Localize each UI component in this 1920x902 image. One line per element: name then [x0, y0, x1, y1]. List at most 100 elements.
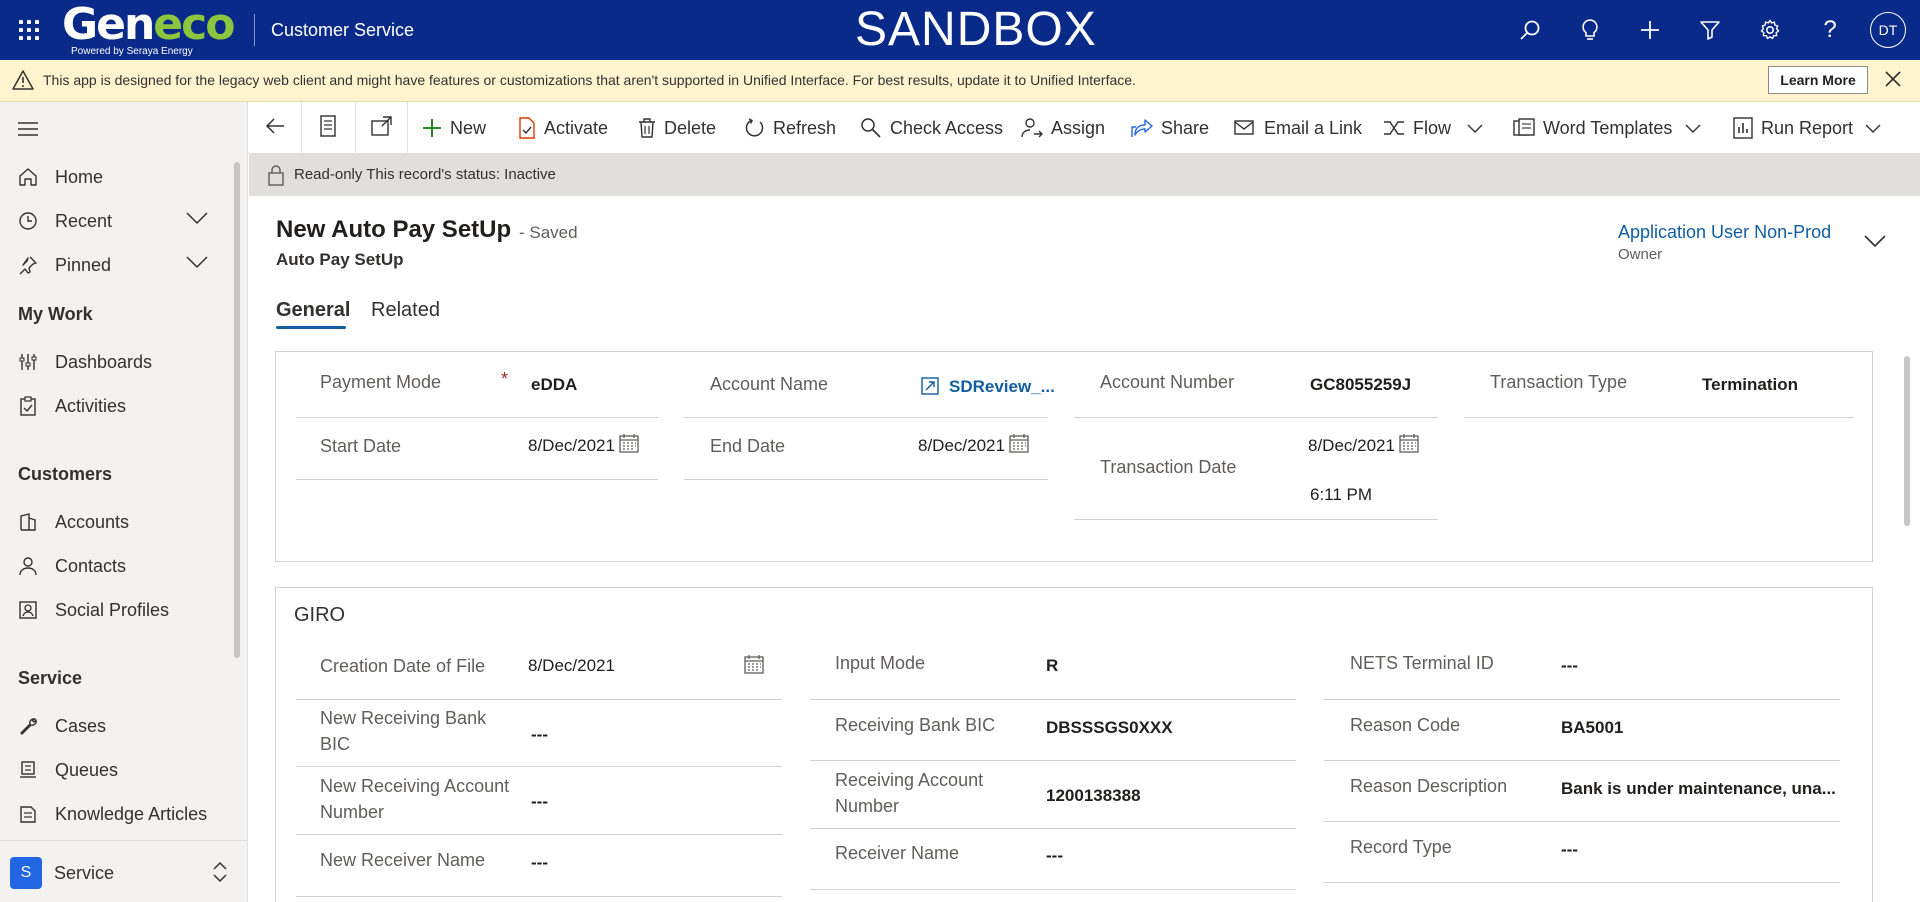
start-date-field[interactable]: 8/Dec/2021 — [528, 435, 615, 457]
brand-tagline: Powered by Seraya Energy — [71, 46, 193, 57]
flow-dropdown[interactable] — [1467, 102, 1483, 154]
reason-code-field[interactable]: BA5001 — [1561, 717, 1623, 739]
sidebar-item-label: Social Profiles — [55, 600, 170, 620]
receiving-bank-bic-field[interactable]: DBSSSGS0XXX — [1046, 717, 1173, 739]
open-new-window-button[interactable] — [371, 102, 393, 154]
new-receiver-name-field[interactable]: --- — [531, 852, 548, 874]
wrench-icon — [18, 716, 38, 736]
sidebar-item-contacts[interactable]: Contacts — [0, 544, 230, 588]
sidebar-item-recent[interactable]: Recent — [0, 199, 230, 243]
chevron-updown-icon — [212, 861, 228, 888]
input-mode-field[interactable]: R — [1046, 655, 1058, 677]
back-button[interactable] — [265, 102, 285, 154]
record-type-field[interactable]: --- — [1561, 839, 1578, 861]
creation-date-field[interactable]: 8/Dec/2021 — [528, 655, 615, 677]
reason-code-label: Reason Code — [1350, 715, 1461, 735]
sidebar-item-home[interactable]: Home — [0, 155, 230, 199]
warning-icon — [12, 70, 34, 95]
close-icon[interactable] — [1884, 70, 1902, 93]
chevron-down-icon[interactable] — [186, 255, 208, 274]
creation-date-label: Creation Date of File — [320, 656, 486, 676]
sidebar-item-dashboards[interactable]: Dashboards — [0, 340, 230, 384]
lightbulb-icon[interactable] — [1560, 0, 1620, 60]
transaction-type-field[interactable]: Termination — [1702, 374, 1798, 396]
refresh-button-label: Refresh — [773, 117, 837, 138]
area-switcher[interactable]: S Service — [0, 840, 248, 902]
new-receiving-bank-bic-field[interactable]: --- — [531, 724, 548, 746]
calendar-icon[interactable] — [744, 654, 764, 679]
gear-icon[interactable] — [1740, 0, 1800, 60]
sidebar-item-label: Cases — [55, 716, 107, 736]
transaction-date-field[interactable]: 8/Dec/2021 — [1308, 435, 1395, 457]
tab-related[interactable]: Related — [371, 299, 440, 322]
search-icon[interactable] — [1500, 0, 1560, 60]
sidebar-item-activities[interactable]: Activities — [0, 384, 230, 428]
help-icon[interactable]: ? — [1800, 0, 1860, 60]
form-scrollbar[interactable] — [1904, 356, 1910, 526]
new-receiving-account-field[interactable]: --- — [531, 791, 548, 813]
sidebar-item-label: Recent — [55, 211, 113, 231]
end-date-field[interactable]: 8/Dec/2021 — [918, 435, 1005, 457]
hamburger-icon[interactable] — [18, 121, 38, 142]
field-underline — [1324, 699, 1840, 700]
run-report-button[interactable]: Run Report — [1733, 102, 1853, 154]
warning-text: This app is designed for the legacy web … — [43, 72, 1136, 88]
assign-button[interactable]: Assign — [1021, 102, 1105, 154]
app-launcher-icon[interactable] — [17, 18, 41, 42]
calendar-icon[interactable] — [619, 433, 639, 458]
activate-button[interactable]: Activate — [518, 102, 608, 154]
calendar-icon[interactable] — [1009, 433, 1029, 458]
plus-icon[interactable] — [1620, 0, 1680, 60]
form-view-button[interactable] — [319, 102, 337, 154]
filter-icon[interactable] — [1680, 0, 1740, 60]
sidebar-scrollbar[interactable] — [234, 162, 240, 658]
owner-link[interactable]: Application User Non-Prod — [1618, 222, 1831, 243]
clock-icon — [18, 211, 38, 231]
account-number-field[interactable]: GC8055259J — [1310, 374, 1411, 396]
new-button[interactable]: New — [422, 102, 486, 154]
app-name[interactable]: Customer Service — [271, 20, 414, 41]
run-report-dropdown[interactable] — [1865, 102, 1881, 154]
giro-section — [275, 587, 1873, 902]
field-underline — [296, 417, 658, 418]
check-access-button[interactable]: Check Access — [860, 102, 1003, 154]
field-underline — [810, 828, 1296, 829]
reason-description-field[interactable]: Bank is under maintenance, una... — [1561, 778, 1836, 800]
sidebar-item-social-profiles[interactable]: Social Profiles — [0, 588, 230, 632]
word-templates-dropdown[interactable] — [1685, 102, 1701, 154]
nets-terminal-field[interactable]: --- — [1561, 655, 1578, 677]
transaction-type-label: Transaction Type — [1490, 372, 1628, 392]
sidebar-item-queues[interactable]: Queues — [0, 748, 230, 792]
area-badge: S — [10, 857, 42, 889]
share-button[interactable]: Share — [1131, 102, 1209, 154]
brand-logo-eco: eco — [153, 0, 235, 50]
word-templates-button-label: Word Templates — [1543, 117, 1673, 138]
document-icon — [319, 114, 337, 142]
sidebar-item-pinned[interactable]: Pinned — [0, 243, 230, 287]
tab-general[interactable]: General — [276, 299, 350, 322]
site-map-sidebar: Home Recent Pinned My Work Dashboards Ac… — [0, 102, 248, 902]
calendar-icon[interactable] — [1399, 433, 1419, 458]
legacy-warning-bar: This app is designed for the legacy web … — [0, 60, 1920, 102]
payment-mode-field[interactable]: eDDA — [531, 374, 577, 396]
word-templates-button[interactable]: Word Templates — [1513, 102, 1672, 154]
brand-logo[interactable]: Geneco Powered by Seraya Energy — [62, 0, 235, 57]
transaction-time-field[interactable]: 6:11 PM — [1310, 484, 1372, 506]
learn-more-button[interactable]: Learn More — [1768, 66, 1868, 94]
sidebar-item-cases[interactable]: Cases — [0, 704, 230, 748]
chevron-down-icon[interactable] — [1864, 234, 1886, 253]
sidebar-section-title: Service — [18, 668, 83, 688]
sidebar-item-knowledge-articles[interactable]: Knowledge Articles — [0, 792, 230, 836]
email-link-button[interactable]: Email a Link — [1234, 102, 1362, 154]
flow-button[interactable]: Flow — [1383, 102, 1451, 154]
receiving-account-field[interactable]: 1200138388 — [1046, 785, 1141, 807]
user-avatar[interactable]: DT — [1870, 12, 1906, 48]
refresh-button[interactable]: Refresh — [745, 102, 836, 154]
sidebar-item-accounts[interactable]: Accounts — [0, 500, 230, 544]
end-date-label: End Date — [710, 436, 786, 456]
receiver-name-field[interactable]: --- — [1046, 845, 1063, 867]
chevron-down-icon[interactable] — [186, 211, 208, 230]
delete-button[interactable]: Delete — [638, 102, 716, 154]
command-bar: New Activate Delete Refresh Check Access… — [249, 102, 1920, 154]
account-name-link[interactable]: SDReview_... — [949, 376, 1055, 398]
